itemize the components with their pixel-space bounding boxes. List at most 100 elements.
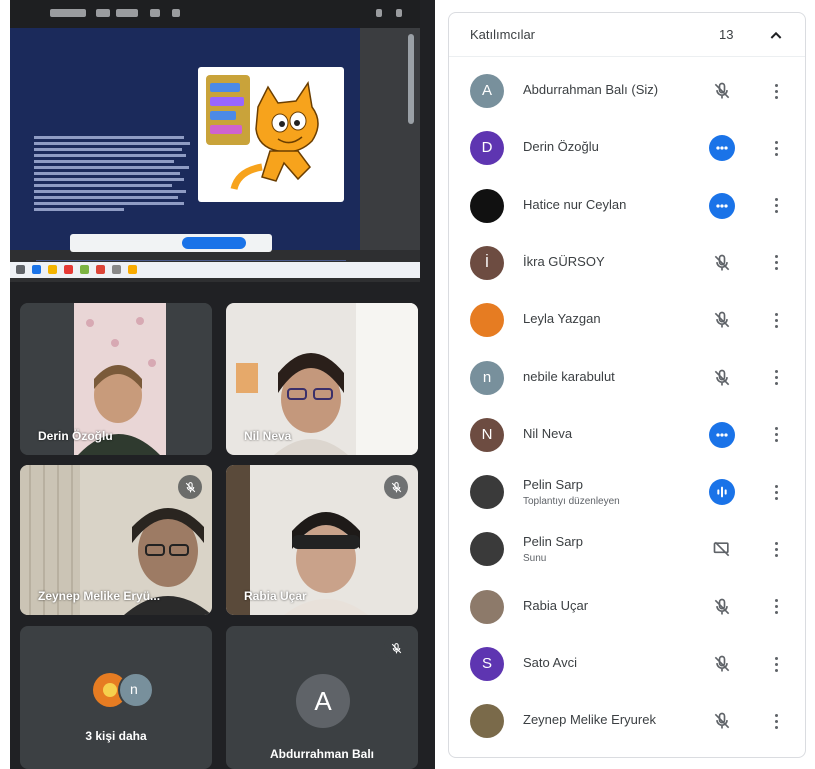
participant-name: Derin Özoğlu bbox=[38, 429, 113, 443]
more-vert-icon[interactable] bbox=[769, 136, 783, 160]
mic-off-icon[interactable] bbox=[709, 250, 735, 276]
participant-avatar bbox=[470, 704, 504, 739]
more-vert-icon[interactable] bbox=[769, 709, 783, 733]
participant-name: Pelin Sarp bbox=[523, 477, 583, 493]
presentation-muted-icon[interactable] bbox=[709, 536, 735, 562]
participant-row[interactable]: n nebile karabulut bbox=[449, 349, 805, 406]
more-vert-icon[interactable] bbox=[769, 480, 783, 504]
participants-header[interactable]: Katılımcılar 13 bbox=[449, 13, 805, 57]
participant-avatar bbox=[470, 188, 504, 223]
participant-name: Zeynep Melike Eryü... bbox=[38, 589, 161, 603]
app-icon[interactable] bbox=[128, 265, 137, 274]
participant-row[interactable]: İ İkra GÜRSOY bbox=[449, 234, 805, 291]
taskbar bbox=[10, 262, 420, 278]
participant-row[interactable]: Rabia Uçar bbox=[449, 578, 805, 635]
participant-avatar: İ bbox=[470, 245, 504, 280]
participant-name: Nil Neva bbox=[523, 425, 573, 441]
muted-mic-icon bbox=[384, 475, 408, 499]
more-options-dots-icon[interactable] bbox=[709, 421, 735, 448]
participant-name: Abdurrahman Balı bbox=[269, 747, 374, 761]
more-vert-icon[interactable] bbox=[769, 194, 783, 218]
start-icon[interactable] bbox=[16, 265, 25, 274]
app-icon[interactable] bbox=[80, 265, 89, 274]
participant-avatar: N bbox=[470, 417, 504, 452]
participant-avatar bbox=[470, 532, 504, 567]
participant-name: İkra GÜRSOY bbox=[523, 253, 605, 269]
participant-row[interactable]: Pelin Sarp Sunu bbox=[449, 520, 805, 577]
speaking-indicator-icon[interactable] bbox=[709, 479, 735, 506]
mic-off-icon[interactable] bbox=[709, 78, 735, 104]
participant-avatar: D bbox=[470, 131, 504, 166]
video-tile[interactable]: Derin Özoğlu bbox=[20, 303, 212, 455]
mic-off-icon bbox=[391, 642, 401, 653]
participant-count: 13 bbox=[719, 27, 734, 42]
self-avatar: A bbox=[296, 674, 350, 728]
more-vert-icon[interactable] bbox=[769, 308, 783, 332]
folder-icon[interactable] bbox=[48, 265, 57, 274]
self-tile[interactable]: A Abdurrahman Balı bbox=[226, 626, 418, 769]
participant-row[interactable]: N Nil Neva bbox=[449, 406, 805, 463]
participant-row[interactable]: Leyla Yazgan bbox=[449, 291, 805, 348]
video-tile[interactable]: Zeynep Melike Eryü... bbox=[20, 465, 212, 615]
more-participants-avatars: n bbox=[90, 670, 170, 710]
chrome-icon[interactable] bbox=[96, 265, 105, 274]
more-vert-icon[interactable] bbox=[769, 366, 783, 390]
scratch-cat-image bbox=[198, 67, 344, 202]
participant-avatar bbox=[470, 475, 504, 510]
participant-name: Hatice nur Ceylan bbox=[523, 196, 627, 212]
participant-avatar bbox=[470, 589, 504, 624]
participant-avatar: A bbox=[470, 74, 504, 108]
screen-share[interactable] bbox=[10, 0, 420, 282]
participant-row[interactable]: Zeynep Melike Eryurek bbox=[449, 692, 805, 749]
app-icon[interactable] bbox=[112, 265, 121, 274]
more-vert-icon[interactable] bbox=[769, 537, 783, 561]
participant-role: Toplantıyı düzenleyen bbox=[523, 496, 620, 508]
slide-text-lines bbox=[34, 136, 190, 211]
mic-off-icon[interactable] bbox=[709, 651, 735, 677]
more-vert-icon[interactable] bbox=[769, 423, 783, 447]
chevron-up-icon[interactable] bbox=[765, 25, 787, 47]
avatar-letter: n bbox=[130, 681, 138, 697]
participant-role: Sunu bbox=[523, 553, 547, 565]
shared-window-titlebar bbox=[10, 0, 420, 28]
mic-off-icon[interactable] bbox=[709, 307, 735, 333]
more-vert-icon[interactable] bbox=[769, 79, 783, 103]
mic-off-icon bbox=[391, 481, 401, 492]
more-options-dots-icon[interactable] bbox=[709, 135, 735, 162]
screenshot-root: Derin Özoğlu Nil Neva Zeynep Melike Eryü… bbox=[0, 0, 815, 769]
chevron-up-glyph bbox=[770, 31, 782, 39]
sharing-notification-bar bbox=[70, 234, 272, 252]
edge-icon[interactable] bbox=[32, 265, 41, 274]
participant-row[interactable]: Pelin Sarp Toplantıyı düzenleyen bbox=[449, 463, 805, 520]
mic-off-icon[interactable] bbox=[709, 708, 735, 734]
participant-name: Zeynep Melike Eryurek bbox=[523, 712, 656, 728]
scratch-cat-illustration bbox=[206, 75, 319, 190]
slide-body-text bbox=[34, 136, 194, 219]
video-tile[interactable]: Rabia Uçar bbox=[226, 465, 418, 615]
app-icon[interactable] bbox=[64, 265, 73, 274]
panel-title: Katılımcılar bbox=[470, 27, 536, 42]
mic-off-icon[interactable] bbox=[709, 594, 735, 620]
participant-row[interactable]: A Abdurrahman Balı (Siz) bbox=[449, 62, 805, 119]
participants-panel: Katılımcılar 13 A Abdurrahman Balı (Siz) D… bbox=[448, 12, 806, 758]
participant-name: Sato Avci bbox=[523, 655, 577, 670]
participant-name: Derin Özoğlu bbox=[523, 139, 599, 155]
stop-sharing-button[interactable] bbox=[182, 237, 246, 249]
muted-mic-icon bbox=[384, 636, 408, 660]
participant-row[interactable]: Hatice nur Ceylan bbox=[449, 177, 805, 234]
more-vert-icon[interactable] bbox=[769, 251, 783, 275]
participant-row[interactable]: D Derin Özoğlu bbox=[449, 119, 805, 176]
more-participants-label: 3 kişi daha bbox=[85, 729, 147, 743]
participant-name: Leyla Yazgan bbox=[523, 311, 601, 327]
more-participants-tile[interactable]: n 3 kişi daha bbox=[20, 626, 212, 769]
participant-name: Nil Neva bbox=[244, 429, 292, 443]
more-options-dots-icon[interactable] bbox=[709, 192, 735, 219]
mic-off-icon[interactable] bbox=[709, 365, 735, 391]
meeting-stage: Derin Özoğlu Nil Neva Zeynep Melike Eryü… bbox=[10, 0, 435, 769]
more-vert-icon[interactable] bbox=[769, 652, 783, 676]
more-vert-icon[interactable] bbox=[769, 595, 783, 619]
participant-row[interactable]: S Sato Avci bbox=[449, 635, 805, 692]
participant-name: Rabia Uçar bbox=[523, 597, 589, 613]
video-tile[interactable]: Nil Neva bbox=[226, 303, 418, 455]
participant-name: Abdurrahman Balı (Siz) bbox=[523, 82, 659, 97]
